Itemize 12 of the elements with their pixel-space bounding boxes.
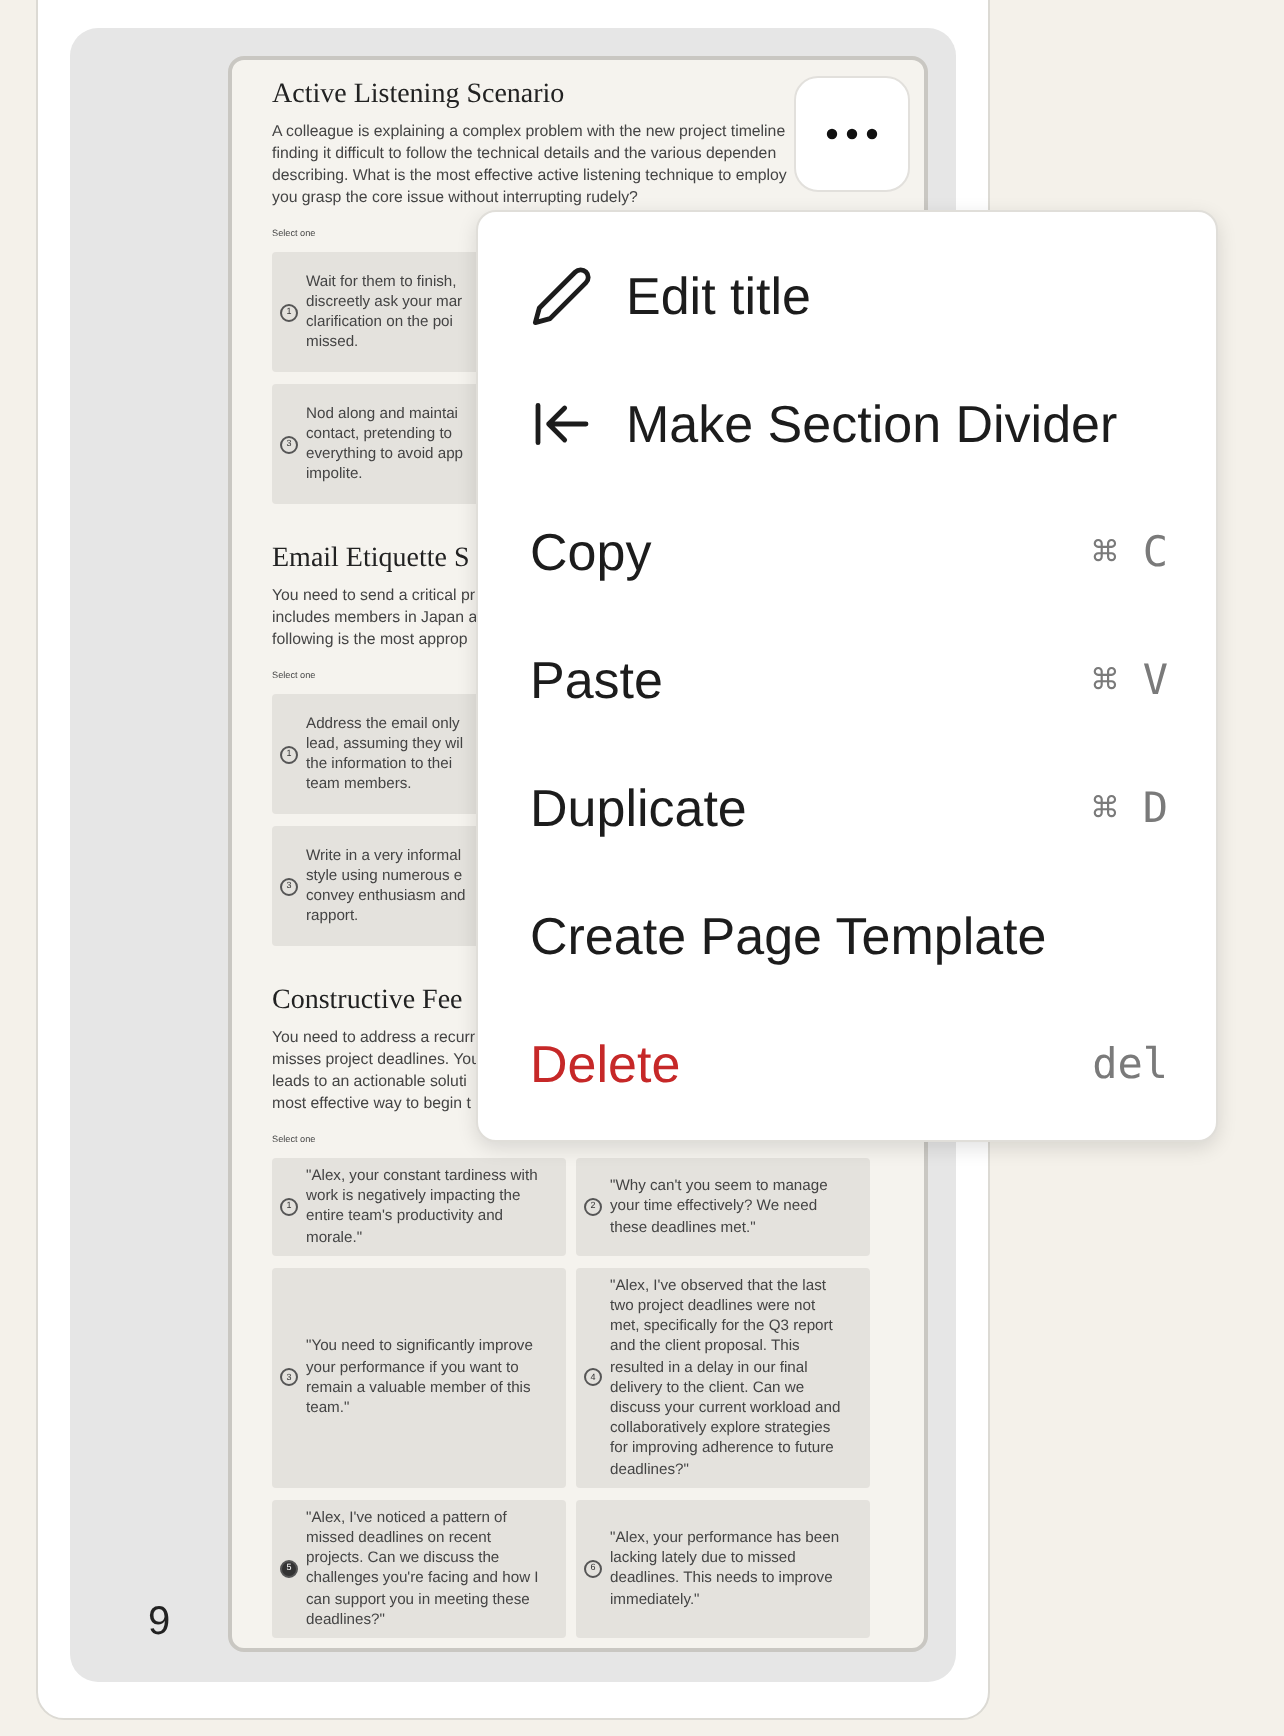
menu-item-label: Make Section Divider — [626, 393, 1118, 455]
menu-item-label: Delete — [530, 1033, 681, 1095]
question-title: Constructive Fee — [272, 986, 463, 1018]
shortcut-hint: del — [1092, 1040, 1168, 1088]
shortcut-hint: ⌘ V — [1092, 656, 1168, 704]
menu-item-label: Copy — [530, 521, 652, 583]
shortcut-hint: ⌘ D — [1092, 784, 1168, 832]
menu-item-label: Edit title — [626, 265, 811, 327]
question-title: Email Etiquette S — [272, 544, 470, 576]
question-title: Active Listening Scenario — [272, 80, 565, 112]
page-number: 9 — [147, 1600, 171, 1646]
shortcut-hint: ⌘ C — [1092, 528, 1168, 576]
